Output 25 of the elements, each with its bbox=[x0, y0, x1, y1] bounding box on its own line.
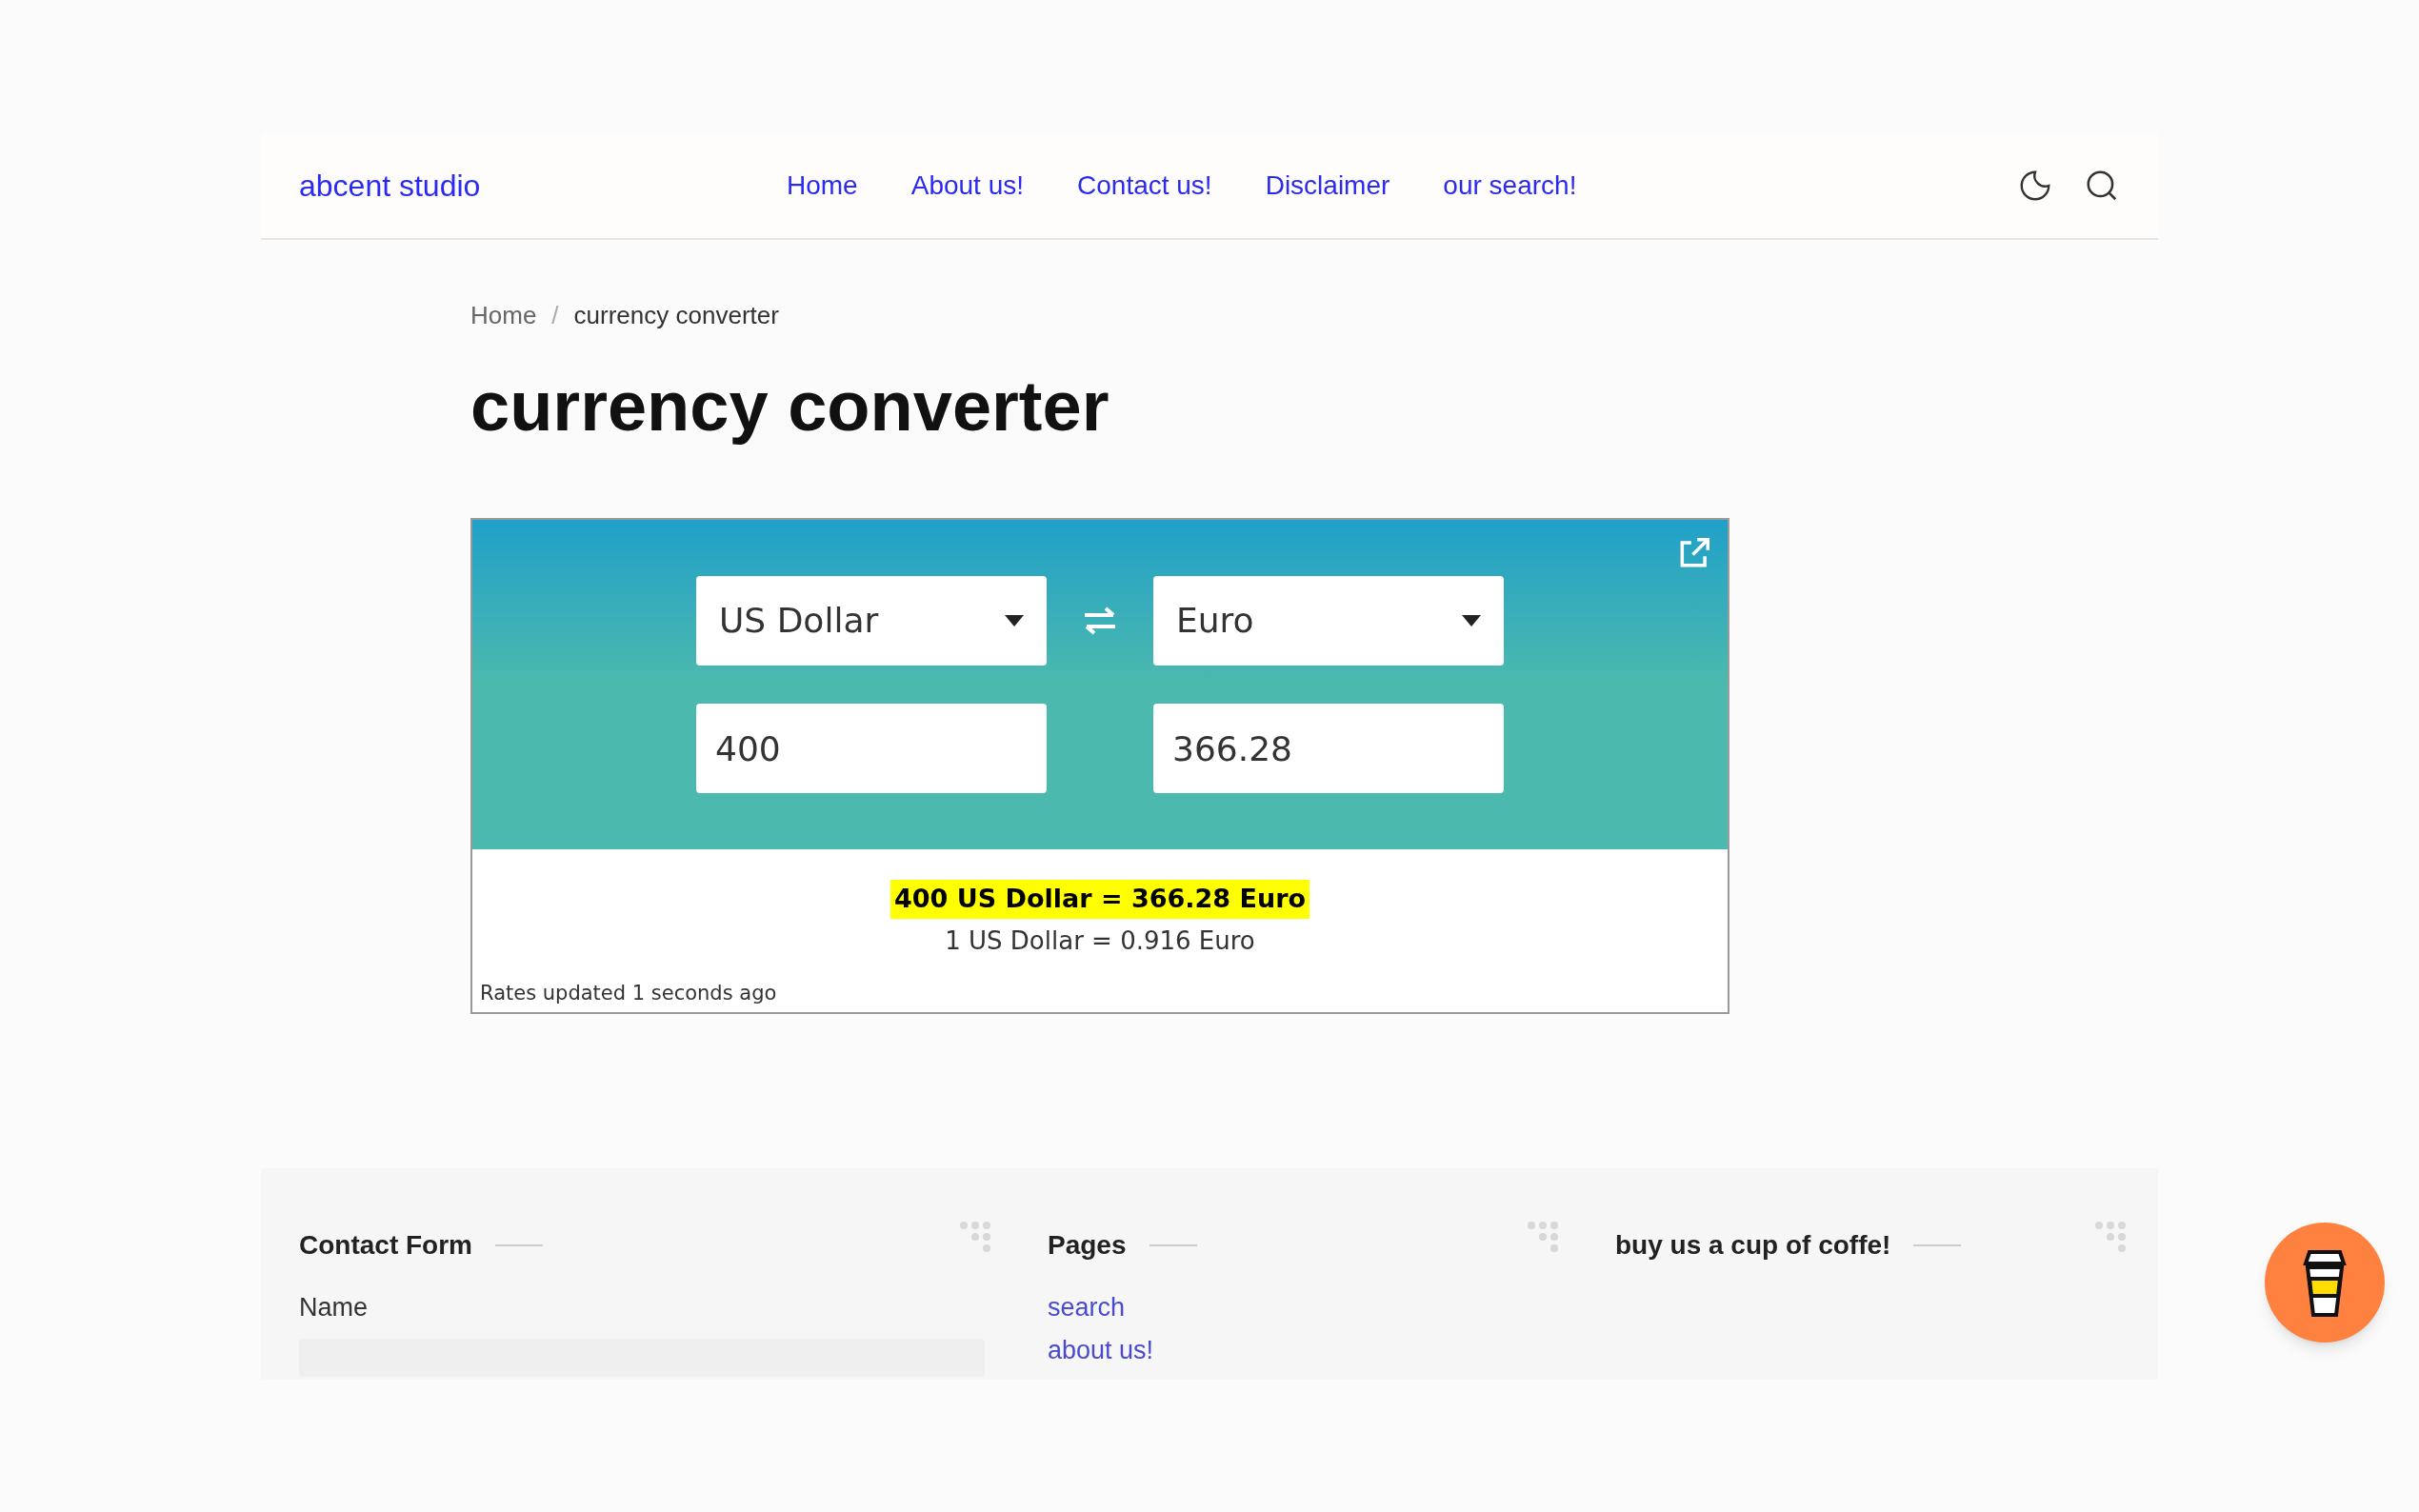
footer-heading: Pages bbox=[1048, 1229, 1127, 1262]
nav-link[interactable]: Disclaimer bbox=[1265, 166, 1390, 206]
currency-select[interactable]: US Dollar bbox=[696, 576, 1047, 666]
footer-heading: buy us a cup of coffe! bbox=[1615, 1229, 1891, 1262]
breadcrumb-link[interactable]: Home bbox=[470, 297, 537, 334]
breadcrumb-current: currency converter bbox=[573, 300, 779, 331]
footer-link[interactable]: about us! bbox=[1048, 1330, 1562, 1369]
nav-link[interactable]: Contact us! bbox=[1077, 166, 1212, 206]
exchange-rate: 1 US Dollar = 0.916 Euro bbox=[945, 925, 1255, 957]
field-label: Name bbox=[299, 1292, 370, 1323]
site-logo[interactable]: abcent studio bbox=[299, 163, 787, 209]
breadcrumb-separator: / bbox=[551, 300, 559, 331]
amount-input[interactable]: 366.28 bbox=[1153, 704, 1504, 793]
update-note: Rates updated 1 seconds ago bbox=[479, 980, 778, 1006]
amount-input[interactable]: 400 bbox=[696, 704, 1047, 793]
page-title: currency converter bbox=[470, 366, 1110, 448]
caret-icon bbox=[1005, 615, 1024, 627]
conversion-result: 400 US Dollar = 366.28 Euro bbox=[890, 880, 1310, 919]
nav-link[interactable]: About us! bbox=[910, 166, 1024, 206]
nav-link[interactable]: our search! bbox=[1443, 166, 1577, 206]
footer-link[interactable]: search bbox=[1048, 1288, 1562, 1327]
caret-icon bbox=[1462, 615, 1481, 627]
footer-heading: Contact Form bbox=[299, 1229, 472, 1262]
nav-link[interactable]: Home bbox=[787, 166, 858, 206]
currency-select[interactable]: Euro bbox=[1153, 576, 1504, 666]
